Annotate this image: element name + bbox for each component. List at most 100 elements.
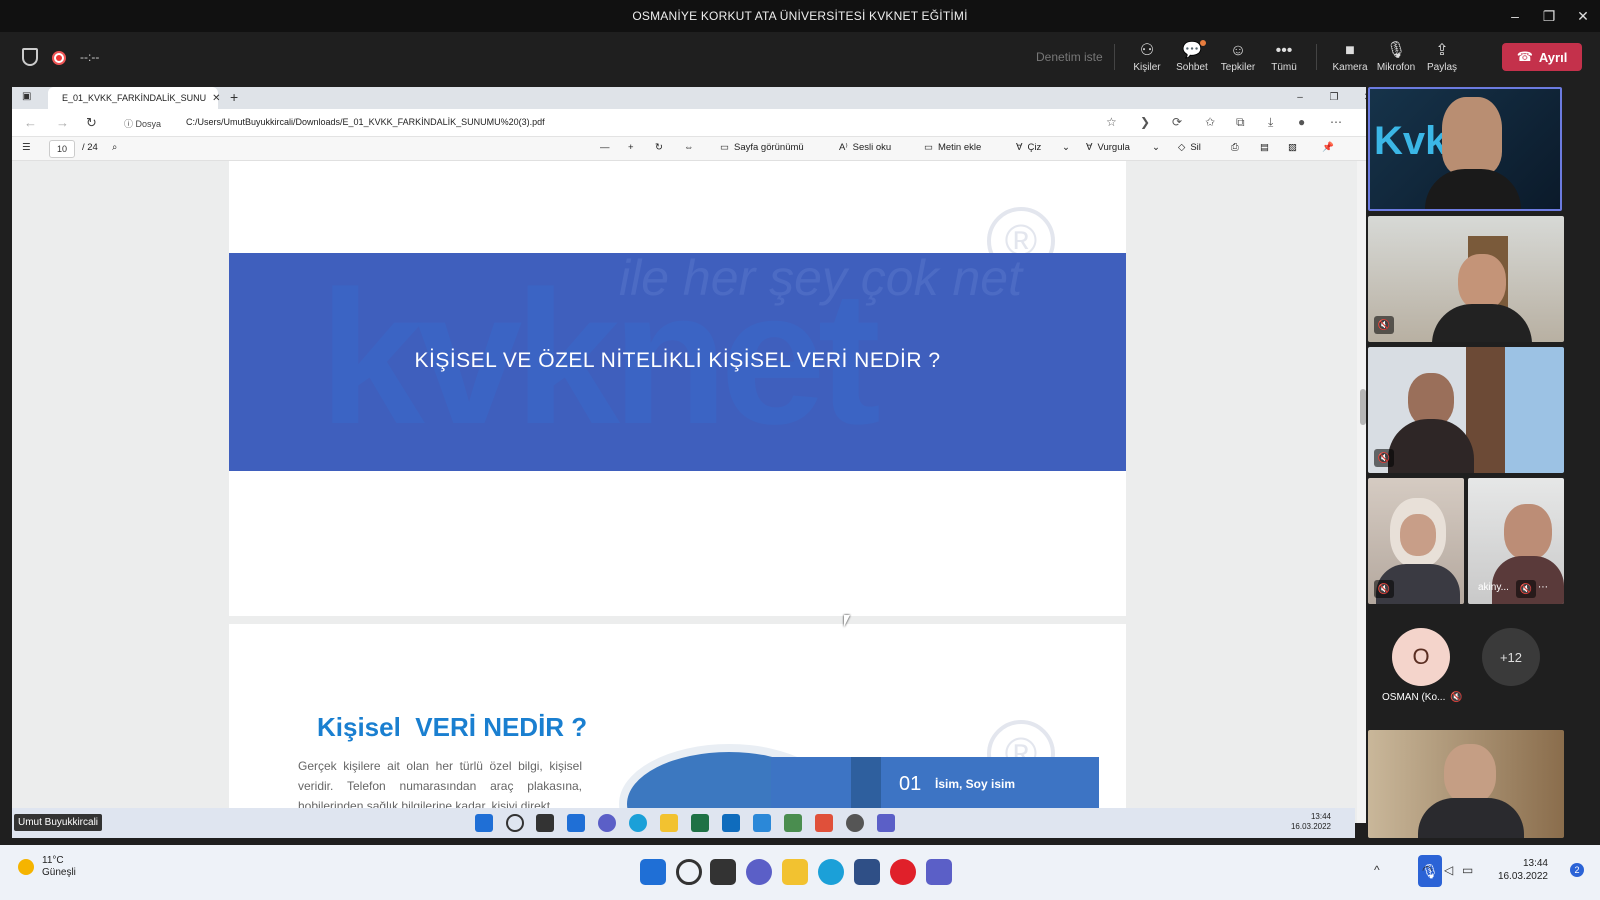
window-controls: – ❐ ✕ xyxy=(1498,0,1600,32)
search-icon[interactable] xyxy=(676,859,702,885)
close-tab-icon[interactable]: ✕ xyxy=(212,93,220,104)
volume-icon[interactable]: ◁ xyxy=(1444,863,1453,877)
erase-button[interactable]: ◇ Sil xyxy=(1178,142,1201,153)
sun-icon xyxy=(18,859,34,875)
favorites-icon[interactable]: ✩ xyxy=(1205,115,1215,129)
favorite-icon[interactable]: ☆ xyxy=(1106,115,1117,129)
highlight-button[interactable]: ∀ Vurgula xyxy=(1086,142,1130,153)
inner-time: 13:44 xyxy=(1310,812,1331,821)
restore-icon[interactable]: ❐ xyxy=(1317,87,1351,109)
restore-icon[interactable]: ❐ xyxy=(1532,0,1566,32)
draw-label: Çiz xyxy=(1027,142,1042,153)
search-icon[interactable]: ⌕ xyxy=(112,142,117,153)
more-participants-button[interactable]: +12 xyxy=(1482,628,1540,686)
share-icon: ⇪ xyxy=(1435,42,1449,59)
participant-rail: Kvk 🔇 🔇 🔇 akiny... 🔇 ⋯ O OSMAN (Ko... 🔇 … xyxy=(1366,85,1600,845)
collections-icon[interactable]: ⧉ xyxy=(1236,115,1245,130)
pdf-viewer[interactable]: ® kvknet ile her şey çok net KİŞİSEL VE … xyxy=(12,161,1357,823)
add-text-icon: ▭ xyxy=(924,142,933,153)
print-icon[interactable]: ⎙ xyxy=(1231,142,1239,153)
person-figure xyxy=(1444,744,1496,804)
divider xyxy=(1114,44,1115,70)
show-hidden-icon[interactable]: ^ xyxy=(1374,863,1380,877)
chat-notification-dot xyxy=(1200,40,1206,46)
reaction-icon: ☺ xyxy=(1229,42,1247,59)
zoom-out-icon[interactable]: — xyxy=(600,142,610,153)
total-pages: / 24 xyxy=(82,142,98,153)
opera-icon[interactable] xyxy=(890,859,916,885)
highlight-label: Vurgula xyxy=(1097,142,1130,153)
site-info[interactable]: ⓘ Dosya xyxy=(124,117,161,130)
battery-icon[interactable]: ▭ xyxy=(1462,863,1473,877)
system-clock[interactable]: 13:44 16.03.2022 xyxy=(1498,857,1548,883)
kvknet-logo: Kvk xyxy=(1374,119,1448,163)
extension-icon[interactable]: ❯ xyxy=(1140,115,1150,129)
minimize-icon[interactable]: – xyxy=(1498,0,1532,32)
participant-video-presenter[interactable]: Kvk xyxy=(1368,87,1562,211)
request-control-button[interactable]: Denetim iste xyxy=(1036,50,1103,64)
chat-button[interactable]: 💬 Sohbet xyxy=(1170,40,1214,80)
teams-icon[interactable] xyxy=(926,859,952,885)
chat-app-icon[interactable] xyxy=(746,859,772,885)
avatar[interactable]: O xyxy=(1392,628,1450,686)
participant-video[interactable]: 🔇 xyxy=(1368,478,1464,604)
url-field[interactable]: C:/Users/UmutBuyukkircali/Downloads/E_01… xyxy=(186,117,545,127)
heading-part2: VERİ NEDİR ? xyxy=(415,712,588,742)
zoom-in-icon[interactable]: + xyxy=(628,142,634,153)
page-view-button[interactable]: ▭ Sayfa görünümü xyxy=(720,142,804,153)
people-button[interactable]: ⚇ Kişiler xyxy=(1125,40,1169,80)
mic-button[interactable]: 🎙 Mikrofon xyxy=(1374,40,1418,80)
participant-more-icon[interactable]: ⋯ xyxy=(1538,582,1548,593)
avatar-initial: O xyxy=(1412,644,1430,669)
start-icon[interactable] xyxy=(640,859,666,885)
camera-button[interactable]: ■ Kamera xyxy=(1328,40,1372,80)
page-number-input[interactable]: 10 xyxy=(49,140,75,158)
sync-icon[interactable]: ⟳ xyxy=(1172,115,1182,129)
participant-video[interactable]: akiny... 🔇 ⋯ xyxy=(1468,478,1564,604)
task-view-icon[interactable] xyxy=(710,859,736,885)
participant-video[interactable]: 🔇 xyxy=(1368,347,1564,473)
share-button[interactable]: ⇪ Paylaş xyxy=(1420,40,1464,80)
download-icon[interactable]: ⤓ xyxy=(1268,115,1273,130)
back-icon[interactable]: ← xyxy=(24,115,37,130)
save-icon[interactable]: ▤ xyxy=(1260,142,1269,153)
contents-icon[interactable]: ☰ xyxy=(22,142,31,153)
reactions-button[interactable]: ☺ Tepkiler xyxy=(1216,40,1260,80)
fit-page-icon[interactable]: ⇔ xyxy=(684,142,694,153)
person-figure xyxy=(1400,514,1436,556)
add-text-button[interactable]: ▭ Metin ekle xyxy=(924,142,981,153)
participant-video[interactable] xyxy=(1368,730,1564,838)
notification-badge[interactable]: 2 xyxy=(1570,863,1584,877)
participant-video[interactable]: 🔇 xyxy=(1368,216,1564,342)
store-icon[interactable] xyxy=(854,859,880,885)
new-tab-button[interactable]: + xyxy=(230,89,238,105)
highlight-dropdown-icon[interactable]: ⌄ xyxy=(1152,142,1160,153)
leave-button[interactable]: ☎ Ayrıl xyxy=(1502,43,1582,71)
menu-icon[interactable]: ⋯ xyxy=(1330,115,1342,129)
tab-pdf[interactable]: E_01_KVKK_FARKİNDALİK_SUNU ✕ xyxy=(48,87,220,109)
tagline-watermark: ile her şey çok net xyxy=(619,253,1022,306)
pdf-toolbar: ☰ 10 / 24 ⌕ — + ↻ ⇔ ▭ Sayfa görünümü A⁾ Se… xyxy=(12,137,1385,161)
weather-widget[interactable]: 11°C Güneşli xyxy=(18,855,76,879)
save-as-icon[interactable]: ▧ xyxy=(1288,142,1297,153)
read-aloud-button[interactable]: A⁾ Sesli oku xyxy=(839,142,891,153)
chat-icon: 💬 xyxy=(1182,42,1202,59)
minimize-icon[interactable]: – xyxy=(1283,87,1317,109)
rotate-icon[interactable]: ↻ xyxy=(655,142,663,153)
close-icon[interactable]: ✕ xyxy=(1566,0,1600,32)
tab-actions-icon[interactable]: ▣ xyxy=(22,91,31,102)
weather-condition: Güneşli xyxy=(42,867,76,878)
profile-icon[interactable]: ● xyxy=(1298,115,1305,129)
more-button[interactable]: ••• Tümü xyxy=(1262,40,1306,80)
draw-button[interactable]: ∀ Çiz xyxy=(1016,142,1041,153)
edge-icon[interactable] xyxy=(818,859,844,885)
page-view-icon: ▭ xyxy=(720,142,729,153)
file-explorer-icon[interactable] xyxy=(782,859,808,885)
forward-icon[interactable]: → xyxy=(56,115,69,130)
wifi-icon[interactable]: ◠ xyxy=(1422,863,1432,877)
slide-heading: Kişisel VERİ NEDİR ? xyxy=(317,712,587,743)
pin-icon[interactable]: 📌 xyxy=(1322,142,1334,153)
person-figure xyxy=(1388,419,1474,473)
refresh-icon[interactable]: ↻ xyxy=(86,115,97,131)
draw-dropdown-icon[interactable]: ⌄ xyxy=(1062,142,1070,153)
